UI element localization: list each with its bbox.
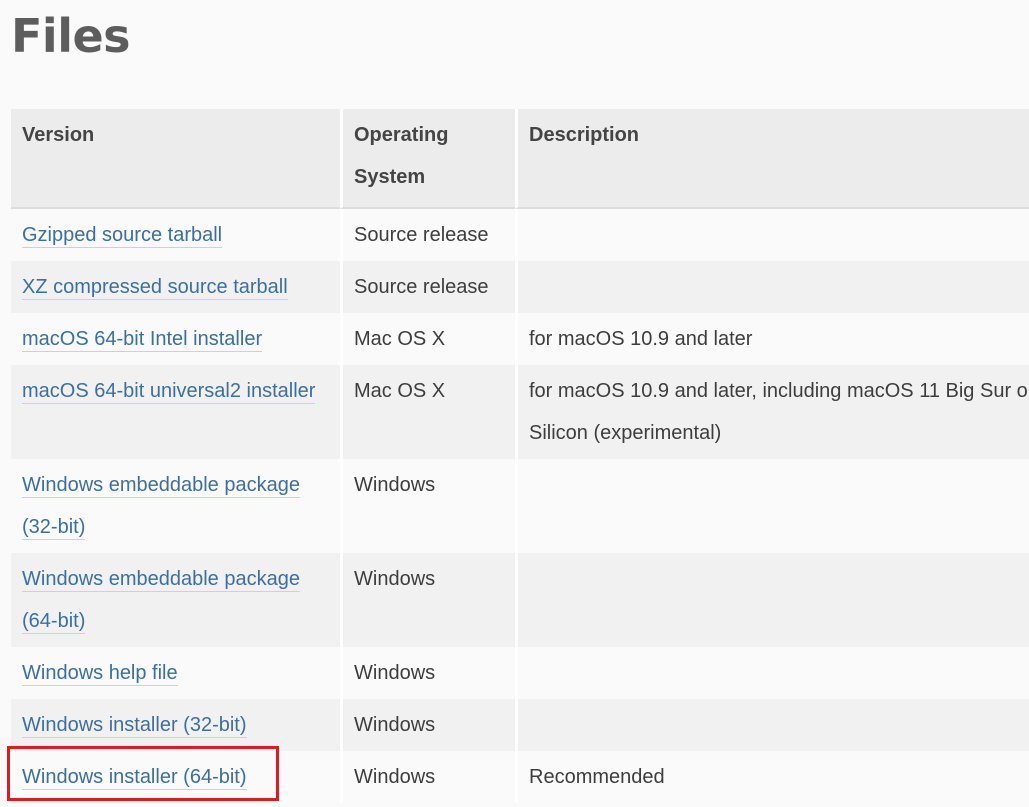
os-cell: Windows [340,459,515,553]
file-link[interactable]: Windows embeddable package (32-bit) [22,474,300,540]
column-header-description: Description [515,109,1029,209]
table-row: Windows embeddable package (32-bit) Wind… [11,459,1029,553]
os-cell: Windows [340,699,515,751]
file-link[interactable]: Windows installer (32-bit) [22,714,247,738]
file-link[interactable]: XZ compressed source tarball [22,276,288,300]
files-table-container: Version Operating System Description Gzi… [11,109,1029,803]
version-cell: Windows installer (64-bit) [11,751,340,803]
table-row: macOS 64-bit Intel installer Mac OS X fo… [11,313,1029,365]
column-header-version: Version [11,109,340,209]
table-row: Windows help file Windows [11,647,1029,699]
version-cell: macOS 64-bit universal2 installer [11,365,340,459]
column-header-operating-system: Operating System [340,109,515,209]
table-row: Windows installer (32-bit) Windows [11,699,1029,751]
version-cell: XZ compressed source tarball [11,261,340,313]
os-cell: Source release [340,261,515,313]
description-cell: for macOS 10.9 and later [515,313,1029,365]
table-row: Windows installer (64-bit) Windows Recom… [11,751,1029,803]
os-cell: Mac OS X [340,313,515,365]
description-cell [515,647,1029,699]
description-cell [515,209,1029,261]
table-row: XZ compressed source tarball Source rele… [11,261,1029,313]
table-row: Windows embeddable package (64-bit) Wind… [11,553,1029,647]
files-table: Version Operating System Description Gzi… [11,109,1029,803]
table-row: Gzipped source tarball Source release [11,209,1029,261]
description-cell [515,261,1029,313]
version-cell: Windows help file [11,647,340,699]
version-cell: Windows installer (32-bit) [11,699,340,751]
description-cell: Recommended [515,751,1029,803]
file-link[interactable]: macOS 64-bit universal2 installer [22,380,316,404]
downloads-page: Files Version Operating System Descripti… [0,0,1029,807]
version-cell: Windows embeddable package (32-bit) [11,459,340,553]
table-row: macOS 64-bit universal2 installer Mac OS… [11,365,1029,459]
os-cell: Source release [340,209,515,261]
file-link[interactable]: Windows help file [22,662,178,686]
os-cell: Windows [340,553,515,647]
version-cell: macOS 64-bit Intel installer [11,313,340,365]
version-cell: Windows embeddable package (64-bit) [11,553,340,647]
table-header-row: Version Operating System Description [11,109,1029,209]
windows-installer-64-bit-link[interactable]: Windows installer (64-bit) [22,766,247,790]
file-link[interactable]: Gzipped source tarball [22,224,223,248]
description-cell [515,553,1029,647]
description-cell [515,459,1029,553]
file-link[interactable]: macOS 64-bit Intel installer [22,328,263,352]
os-cell: Windows [340,647,515,699]
page-title: Files [11,9,131,63]
description-cell [515,699,1029,751]
description-cell: for macOS 10.9 and later, including macO… [515,365,1029,459]
os-cell: Windows [340,751,515,803]
os-cell: Mac OS X [340,365,515,459]
file-link[interactable]: Windows embeddable package (64-bit) [22,568,300,634]
version-cell: Gzipped source tarball [11,209,340,261]
